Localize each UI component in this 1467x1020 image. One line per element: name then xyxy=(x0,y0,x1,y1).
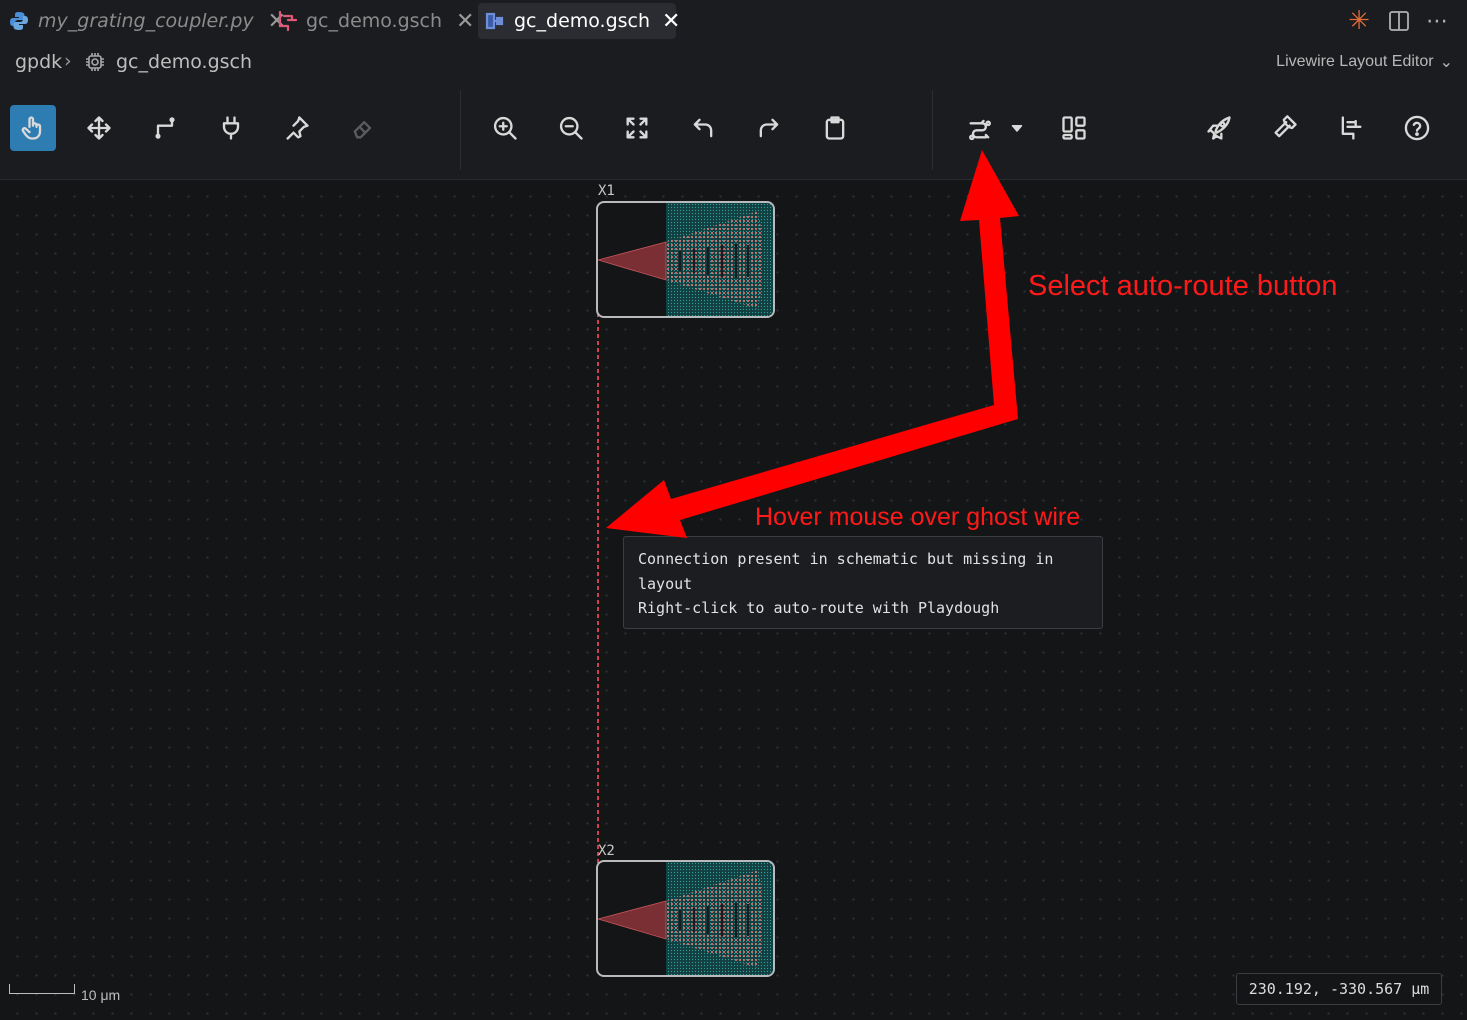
help-icon xyxy=(1404,115,1430,141)
close-icon[interactable]: ✕ xyxy=(456,9,474,34)
port-tool-button[interactable] xyxy=(208,105,254,151)
zoom-out-button[interactable] xyxy=(548,105,594,151)
layout-canvas[interactable]: X1 X2 Connection present in schematic bu… xyxy=(0,181,1467,1020)
close-icon[interactable]: ✕ xyxy=(662,9,680,34)
clipboard-icon xyxy=(825,116,845,140)
fit-view-button[interactable] xyxy=(614,105,660,151)
tab-label: gc_demo.gsch xyxy=(306,10,443,32)
tooltip-line: Right-click to auto-route with Playdough xyxy=(638,599,1000,617)
hammer-icon xyxy=(1274,115,1297,138)
tab-bar: my_grating_coupler.py ✕ gc_demo.gsch ✕ g… xyxy=(0,0,1467,42)
tab-gc-demo-layout[interactable]: gc_demo.gsch ✕ xyxy=(478,3,680,39)
claude-sparkle-icon[interactable]: ✳ xyxy=(1346,6,1372,36)
run-button[interactable] xyxy=(1196,105,1242,151)
pin-icon xyxy=(286,116,309,140)
annotation-hover: Hover mouse over ghost wire xyxy=(755,503,1081,531)
breadcrumb: gpdk › gc_demo.gsch Livewire Layout Edit… xyxy=(0,42,1467,80)
zoom-in-button[interactable] xyxy=(482,105,528,151)
breadcrumb-folder[interactable]: gpdk xyxy=(15,51,62,73)
annotation-autoroute: Select auto-route button xyxy=(1028,270,1338,302)
hand-pointer-icon xyxy=(21,116,42,140)
tooltip-line: layout xyxy=(638,574,693,593)
layout-panels-button[interactable] xyxy=(1051,105,1097,151)
eraser-icon xyxy=(353,121,372,139)
grating-coupler-shape xyxy=(598,203,773,316)
breadcrumb-file[interactable]: gc_demo.gsch xyxy=(116,51,252,73)
undo-button[interactable] xyxy=(680,105,726,151)
clipboard-button[interactable] xyxy=(812,105,858,151)
tab-my-grating-coupler[interactable]: my_grating_coupler.py ✕ xyxy=(8,3,286,39)
auto-route-menu-button[interactable] xyxy=(1003,105,1031,151)
redo-icon xyxy=(759,118,779,138)
tab-gc-demo-schematic[interactable]: gc_demo.gsch ✕ xyxy=(276,3,474,39)
split-editor-icon[interactable] xyxy=(1386,8,1412,34)
panels-icon xyxy=(1062,116,1086,140)
instance-x2[interactable] xyxy=(596,860,775,977)
cursor-coordinates: 230.192, -330.567 μm xyxy=(1236,973,1442,1005)
schematic-icon xyxy=(276,10,298,32)
more-actions-icon[interactable]: ⋯ xyxy=(1424,8,1450,34)
toolbar xyxy=(0,80,1467,180)
ghost-wire-tooltip: Connection present in schematic but miss… xyxy=(623,536,1103,629)
build-button[interactable] xyxy=(1262,105,1308,151)
instance-label-x1: X1 xyxy=(598,183,615,199)
chevron-right-icon: › xyxy=(64,50,72,72)
move-tool-button[interactable] xyxy=(76,105,122,151)
select-tool-button[interactable] xyxy=(10,105,56,151)
scale-bar xyxy=(9,984,75,994)
chevron-down-icon: ⌄ xyxy=(1439,54,1453,71)
instance-label-x2: X2 xyxy=(598,843,615,859)
tab-label: my_grating_coupler.py xyxy=(38,10,254,32)
help-button[interactable] xyxy=(1394,105,1440,151)
zoom-in-icon xyxy=(493,116,517,140)
auto-route-button[interactable] xyxy=(957,105,1003,151)
plug-icon xyxy=(222,116,240,140)
ghost-wire[interactable] xyxy=(597,264,599,920)
expand-icon xyxy=(626,117,648,139)
schematic-icon xyxy=(1341,116,1362,140)
route-tool-button[interactable] xyxy=(142,105,188,151)
zoom-out-icon xyxy=(559,116,583,140)
redo-button[interactable] xyxy=(746,105,792,151)
grating-coupler-shape xyxy=(598,862,773,975)
pin-tool-button[interactable] xyxy=(274,105,320,151)
rocket-icon xyxy=(1207,116,1231,140)
tooltip-line: Connection present in schematic but miss… xyxy=(638,550,1054,568)
editor-mode-dropdown[interactable]: Livewire Layout Editor ⌄ xyxy=(1276,52,1453,72)
undo-icon xyxy=(693,118,713,138)
python-icon xyxy=(8,10,30,32)
editor-mode-label: Livewire Layout Editor xyxy=(1276,53,1434,70)
coordinates-text: 230.192, -330.567 μm xyxy=(1248,980,1430,998)
layout-icon xyxy=(484,10,506,32)
wire-route-icon xyxy=(155,117,175,139)
scale-label: 10 μm xyxy=(81,987,121,1003)
schematic-button[interactable] xyxy=(1328,105,1374,151)
auto-route-icon xyxy=(969,119,991,141)
tab-label: gc_demo.gsch xyxy=(514,10,651,32)
instance-x1[interactable] xyxy=(596,201,775,318)
caret-down-icon xyxy=(1011,125,1023,132)
move-arrows-icon xyxy=(87,116,111,140)
chip-icon xyxy=(84,51,106,73)
erase-tool-button[interactable] xyxy=(340,105,386,151)
